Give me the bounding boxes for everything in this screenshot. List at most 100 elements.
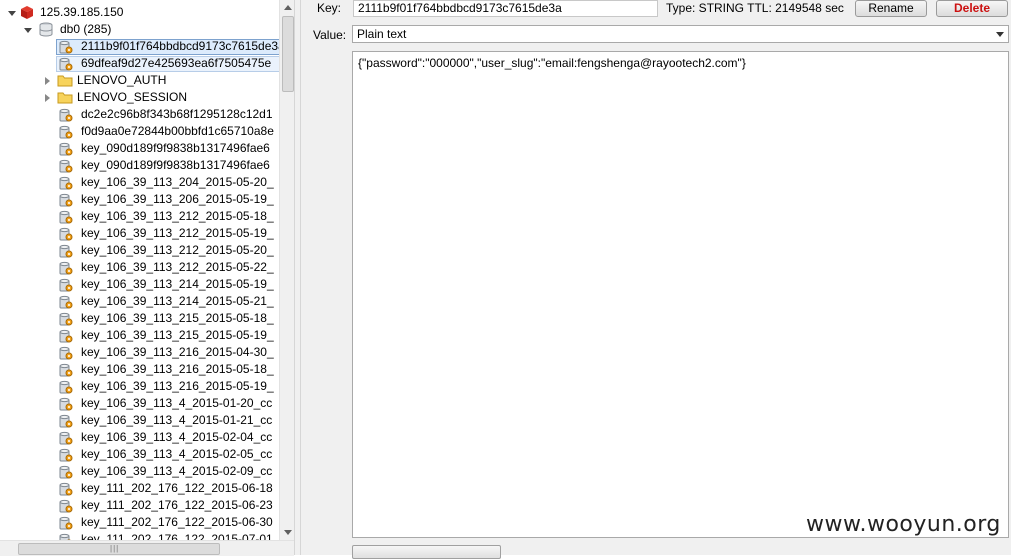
tree-key-node[interactable]: key_111_202_176_122_2015-07-01 [0,531,279,540]
expand-arrow-icon[interactable] [45,77,50,85]
tree-key-node[interactable]: key_106_39_113_4_2015-02-04_cc [0,429,279,446]
key-icon [59,482,73,496]
key-label: key_106_39_113_215_2015-05-18_ [81,311,274,325]
tree-key-node[interactable]: key_090d189f9f9838b1317496fae6 [0,140,279,157]
key-icon [59,516,73,530]
tree-key-node[interactable]: key_106_39_113_214_2015-05-19_ [0,276,279,293]
tree-key-node[interactable]: key_106_39_113_206_2015-05-19_ [0,191,279,208]
tree-key-node[interactable]: key_106_39_113_204_2015-05-20_ [0,174,279,191]
key-icon [59,397,73,411]
key-icon [59,312,73,326]
key-icon [59,244,73,258]
key-name-field[interactable]: 2111b9f01f764bbdbcd9173c7615de3a [353,0,658,17]
key-icon [59,227,73,241]
tree-key-node[interactable]: key_106_39_113_215_2015-05-18_ [0,310,279,327]
key-icon [59,159,73,173]
tree-key-node[interactable]: key_106_39_113_216_2015-05-18_ [0,361,279,378]
key-label: Key: [317,1,342,15]
tree-db-node[interactable]: db0 (285) [0,21,279,38]
key-label: key_106_39_113_212_2015-05-19_ [81,226,274,240]
scroll-down-icon[interactable] [284,530,292,535]
tree-key-node[interactable]: key_106_39_113_212_2015-05-18_ [0,208,279,225]
tree-folder-node[interactable]: LENOVO_SESSION [0,89,279,106]
key-label: key_106_39_113_215_2015-05-19_ [81,328,274,342]
expand-arrow-icon[interactable] [8,11,16,16]
tree-server-node[interactable]: 125.39.185.150 [0,4,279,21]
expand-arrow-icon[interactable] [24,28,32,33]
redis-server-icon [21,6,33,19]
tree-key-node[interactable]: key_106_39_113_4_2015-02-05_cc [0,446,279,463]
tree-key-node[interactable]: key_111_202_176_122_2015-06-23 [0,497,279,514]
format-selected-value: Plain text [357,27,407,41]
folder-icon [57,75,73,87]
key-icon [59,278,73,292]
key-icon [59,465,73,479]
key-icon [59,57,73,71]
folder-label: LENOVO_AUTH [77,73,167,87]
type-ttl-text: Type: STRING TTL: 2149548 sec [666,1,844,15]
key-label: key_106_39_113_4_2015-02-09_cc [81,464,273,478]
key-label: key_106_39_113_204_2015-05-20_ [81,175,274,189]
key-icon [59,295,73,309]
panel-splitter[interactable] [294,0,301,555]
tree-key-node[interactable]: key_106_39_113_214_2015-05-21_ [0,293,279,310]
key-icon [59,40,73,54]
tree-vertical-scrollbar[interactable] [279,0,295,540]
key-label: key_106_39_113_212_2015-05-18_ [81,209,274,223]
key-icon [59,414,73,428]
tree-key-node[interactable]: key_106_39_113_4_2015-01-21_cc [0,412,279,429]
tree-key-node[interactable]: key_106_39_113_4_2015-02-09_cc [0,463,279,480]
key-label: key_090d189f9f9838b1317496fae6 [81,158,270,172]
key-label: key_090d189f9f9838b1317496fae6 [81,141,270,155]
db-name: db0 (285) [60,22,112,36]
tree-key-node[interactable]: f0d9aa0e72844b00bbfd1c65710a8e [0,123,279,140]
tree-key-node[interactable]: key_106_39_113_212_2015-05-19_ [0,225,279,242]
tree-key-node[interactable]: key_106_39_113_212_2015-05-22_ [0,259,279,276]
tree-key-node[interactable]: dc2e2c96b8f343b68f1295128c12d1 [0,106,279,123]
key-icon [59,533,71,540]
key-label: key_106_39_113_214_2015-05-19_ [81,277,274,291]
rename-button[interactable]: Rename [855,0,927,17]
scroll-thumb[interactable] [282,16,294,92]
key-icon [59,176,73,190]
value-format-select[interactable]: Plain text [352,25,1009,43]
tree-key-node[interactable]: 69dfeaf9d27e425693ea6f7505475e [0,55,279,72]
tree-folder-node[interactable]: LENOVO_AUTH [0,72,279,89]
tree-key-node[interactable]: key_106_39_113_215_2015-05-19_ [0,327,279,344]
tree-key-node[interactable]: key_106_39_113_216_2015-05-19_ [0,378,279,395]
key-label: key_106_39_113_212_2015-05-20_ [81,243,274,257]
tree-key-node[interactable]: key_111_202_176_122_2015-06-18 [0,480,279,497]
key-icon [59,329,73,343]
tree-key-node[interactable]: key_106_39_113_4_2015-01-20_cc [0,395,279,412]
key-icon [59,125,73,139]
chevron-down-icon [996,32,1004,37]
expand-arrow-icon[interactable] [45,94,50,102]
key-label: key_111_202_176_122_2015-06-23 [81,498,273,512]
key-label: 69dfeaf9d27e425693ea6f7505475e [81,56,272,70]
save-value-button[interactable] [352,545,501,559]
tree-key-node[interactable]: 2111b9f01f764bbdbcd9173c7615de3a [0,38,279,55]
key-label: key_106_39_113_212_2015-05-22_ [81,260,274,274]
key-icon [59,380,73,394]
key-icon [59,448,73,462]
tree-horizontal-scrollbar[interactable]: ||| [0,540,294,556]
key-tree[interactable]: 125.39.185.150 db0 (285) 2111b9f01f764bb… [0,0,279,540]
key-icon [59,346,73,360]
tree-key-node[interactable]: key_106_39_113_212_2015-05-20_ [0,242,279,259]
key-label: key_106_39_113_206_2015-05-19_ [81,192,274,206]
key-icon [59,499,73,513]
tree-key-node[interactable]: key_090d189f9f9838b1317496fae6 [0,157,279,174]
folder-label: LENOVO_SESSION [77,90,188,104]
value-textarea[interactable]: {"password":"000000","user_slug":"email:… [352,51,1009,538]
tree-key-node[interactable]: key_106_39_113_216_2015-04-30_ [0,344,279,361]
tree-key-node[interactable]: key_111_202_176_122_2015-06-30 [0,514,279,531]
key-detail-panel: Key: 2111b9f01f764bbdbcd9173c7615de3a Ty… [301,0,1011,559]
key-label: dc2e2c96b8f343b68f1295128c12d1 [81,107,273,121]
key-label: key_106_39_113_216_2015-05-19_ [81,379,274,393]
key-label: key_111_202_176_122_2015-06-18 [81,481,273,495]
scroll-up-icon[interactable] [284,5,292,10]
delete-button[interactable]: Delete [936,0,1008,17]
key-label: key_111_202_176_122_2015-06-30 [81,515,273,529]
key-label: 2111b9f01f764bbdbcd9173c7615de3a [81,39,279,53]
key-label: key_106_39_113_216_2015-04-30_ [81,345,274,359]
